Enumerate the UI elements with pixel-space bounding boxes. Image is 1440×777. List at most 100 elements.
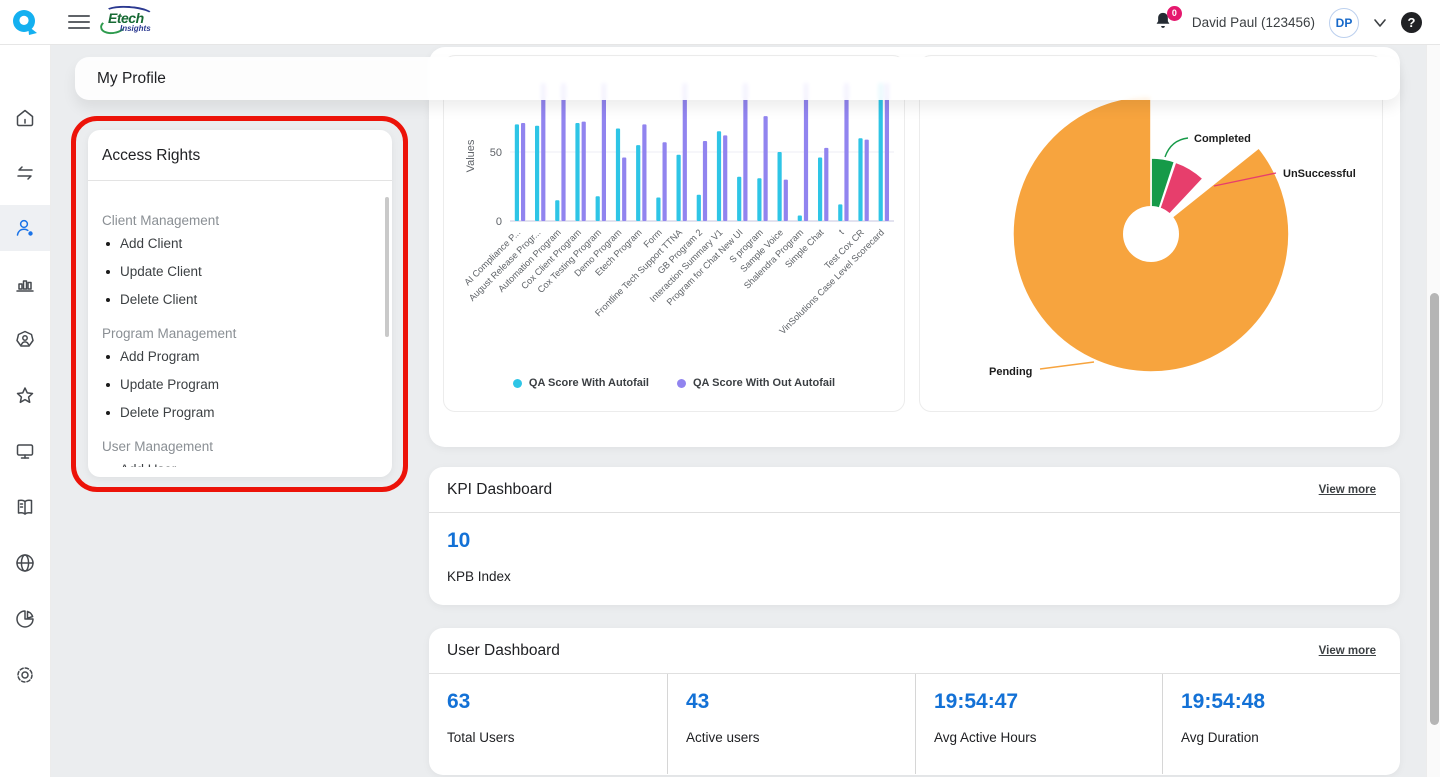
stat-value: 19:54:47 bbox=[934, 690, 1162, 714]
sidebar-item-analytics[interactable] bbox=[0, 596, 50, 642]
status-donut-chart[interactable]: Completed UnSuccessful Pending bbox=[920, 56, 1383, 412]
user-dashboard-stats: 63 Total Users43 Active users19:54:47 Av… bbox=[429, 674, 1400, 774]
kpi-dashboard-title: KPI Dashboard bbox=[447, 481, 552, 499]
kpi-dashboard-card: KPI Dashboard View more 10 KPB Index bbox=[429, 467, 1400, 605]
legend-item[interactable]: QA Score With Autofail bbox=[513, 377, 649, 389]
notification-count-badge: 0 bbox=[1167, 6, 1182, 21]
sidebar-item-settings[interactable] bbox=[0, 652, 50, 698]
user-stat-total-users: 63 Total Users bbox=[429, 674, 667, 774]
access-right-item: Delete Program bbox=[102, 400, 378, 425]
sidebar-item-global[interactable] bbox=[0, 540, 50, 586]
sidebar-item-home[interactable] bbox=[0, 95, 50, 141]
notifications-bell-icon[interactable]: 0 bbox=[1152, 10, 1178, 36]
access-right-item: Update Program bbox=[102, 372, 378, 397]
access-right-item-label: Add Client bbox=[120, 236, 182, 251]
user-name[interactable]: David Paul (123456) bbox=[1192, 15, 1315, 30]
page-scrollbar-track[interactable] bbox=[1426, 45, 1440, 777]
app-logo-q-icon bbox=[0, 0, 50, 45]
access-right-item: Add Program bbox=[102, 344, 378, 369]
sidebar-nav bbox=[0, 45, 50, 777]
page-scrollbar-thumb[interactable] bbox=[1430, 293, 1439, 725]
legend-label: QA Score With Out Autofail bbox=[693, 377, 835, 389]
stat-label: Active users bbox=[686, 730, 915, 745]
topbar-right-cluster: 0 David Paul (123456) DP ? bbox=[1152, 0, 1422, 45]
legend-color-dot bbox=[677, 379, 686, 388]
stat-value: 43 bbox=[686, 690, 915, 714]
access-right-item: Update Client bbox=[102, 259, 378, 284]
legend-item[interactable]: QA Score With Out Autofail bbox=[677, 377, 835, 389]
user-avatar[interactable]: DP bbox=[1329, 8, 1359, 38]
bullet-dot bbox=[106, 383, 110, 387]
bullet-dot bbox=[106, 270, 110, 274]
sidebar-item-transfers[interactable] bbox=[0, 150, 50, 196]
kpi-stat: 10 KPB Index bbox=[429, 513, 1400, 584]
access-rights-list: Client Management Add Client Update Client… bbox=[88, 193, 392, 467]
access-right-item-label: Delete Program bbox=[120, 405, 215, 420]
stat-value: 19:54:48 bbox=[1181, 690, 1400, 714]
stat-label: Avg Active Hours bbox=[934, 730, 1162, 745]
access-right-item-label: Update Program bbox=[120, 377, 219, 392]
sidebar-item-quality[interactable] bbox=[0, 317, 50, 363]
top-bar: Etech Insights 0 David Paul (123456) DP … bbox=[0, 0, 1440, 45]
switch-arrows-icon bbox=[13, 161, 37, 185]
bullet-dot bbox=[106, 242, 110, 246]
access-right-item: Add User bbox=[102, 457, 378, 467]
bar-chart-legend: QA Score With Autofail QA Score With Out… bbox=[444, 377, 904, 389]
page-title: My Profile bbox=[97, 70, 166, 88]
svg-text:0: 0 bbox=[496, 216, 502, 228]
access-list-scrollbar[interactable] bbox=[385, 197, 389, 337]
bullet-dot bbox=[106, 298, 110, 302]
status-pie-chart-card: Completed UnSuccessful Pending bbox=[919, 55, 1383, 412]
user-view-more-link[interactable]: View more bbox=[1319, 645, 1376, 657]
divider bbox=[88, 180, 392, 181]
gear-icon bbox=[13, 663, 37, 687]
access-right-item: Delete Client bbox=[102, 287, 378, 312]
qa-score-bar-chart[interactable]: Values500AI Compliance P...August Releas… bbox=[444, 56, 905, 376]
kpi-dashboard-header: KPI Dashboard View more bbox=[429, 467, 1400, 513]
access-right-item-label: Add User bbox=[120, 462, 176, 467]
svg-text:Values: Values bbox=[465, 139, 477, 172]
logo-text-insights: Insights bbox=[120, 24, 151, 33]
menu-hamburger-icon[interactable] bbox=[68, 13, 90, 31]
access-rights-card: Access Rights Client ManagementAdd Clien… bbox=[88, 130, 392, 477]
home-icon bbox=[13, 106, 37, 130]
legend-color-dot bbox=[513, 379, 522, 388]
chevron-down-icon[interactable] bbox=[1373, 18, 1387, 28]
sidebar-item-knowledge[interactable] bbox=[0, 484, 50, 530]
access-section-title: Program Management bbox=[102, 326, 378, 341]
access-section-title: Client Management bbox=[102, 213, 378, 228]
svg-text:50: 50 bbox=[490, 147, 502, 159]
user-settings-icon bbox=[13, 216, 37, 240]
user-dashboard-header: User Dashboard View more bbox=[429, 628, 1400, 674]
etech-insights-logo: Etech Insights bbox=[100, 4, 158, 41]
user-stat-avg-active-hours: 19:54:47 Avg Active Hours bbox=[915, 674, 1162, 774]
bullet-dot bbox=[106, 411, 110, 415]
access-section-title: User Management bbox=[102, 439, 378, 454]
access-right-item: Add Client bbox=[102, 231, 378, 256]
svg-text:Completed: Completed bbox=[1194, 133, 1251, 145]
access-right-item-label: Update Client bbox=[120, 264, 202, 279]
qa-score-bar-chart-card: Values500AI Compliance P...August Releas… bbox=[443, 55, 905, 412]
access-right-item-label: Add Program bbox=[120, 349, 200, 364]
svg-text:Pending: Pending bbox=[989, 366, 1032, 378]
stat-value: 63 bbox=[447, 690, 667, 714]
legend-label: QA Score With Autofail bbox=[529, 377, 649, 389]
user-stat-avg-duration: 19:54:48 Avg Duration bbox=[1162, 674, 1400, 774]
svg-text:t: t bbox=[837, 227, 846, 236]
stat-label: Total Users bbox=[447, 730, 667, 745]
pie-chart-icon bbox=[13, 607, 37, 631]
access-right-item-label: Delete Client bbox=[120, 292, 197, 307]
charts-container: Values500AI Compliance P...August Releas… bbox=[429, 47, 1400, 447]
help-icon[interactable]: ? bbox=[1401, 12, 1422, 33]
globe-icon bbox=[13, 551, 37, 575]
svg-text:UnSuccessful: UnSuccessful bbox=[1283, 168, 1356, 180]
open-book-icon bbox=[13, 495, 37, 519]
quality-badge-icon bbox=[13, 328, 37, 352]
kpi-view-more-link[interactable]: View more bbox=[1319, 484, 1376, 496]
dashboard-page: Values500AI Compliance P...August Releas… bbox=[0, 0, 1440, 777]
sidebar-item-profile-active[interactable] bbox=[0, 205, 50, 251]
sidebar-item-reports[interactable] bbox=[0, 261, 50, 307]
user-dashboard-card: User Dashboard View more 63 Total Users 4… bbox=[429, 628, 1400, 775]
sidebar-item-monitor[interactable] bbox=[0, 428, 50, 474]
sidebar-item-favorites[interactable] bbox=[0, 373, 50, 419]
